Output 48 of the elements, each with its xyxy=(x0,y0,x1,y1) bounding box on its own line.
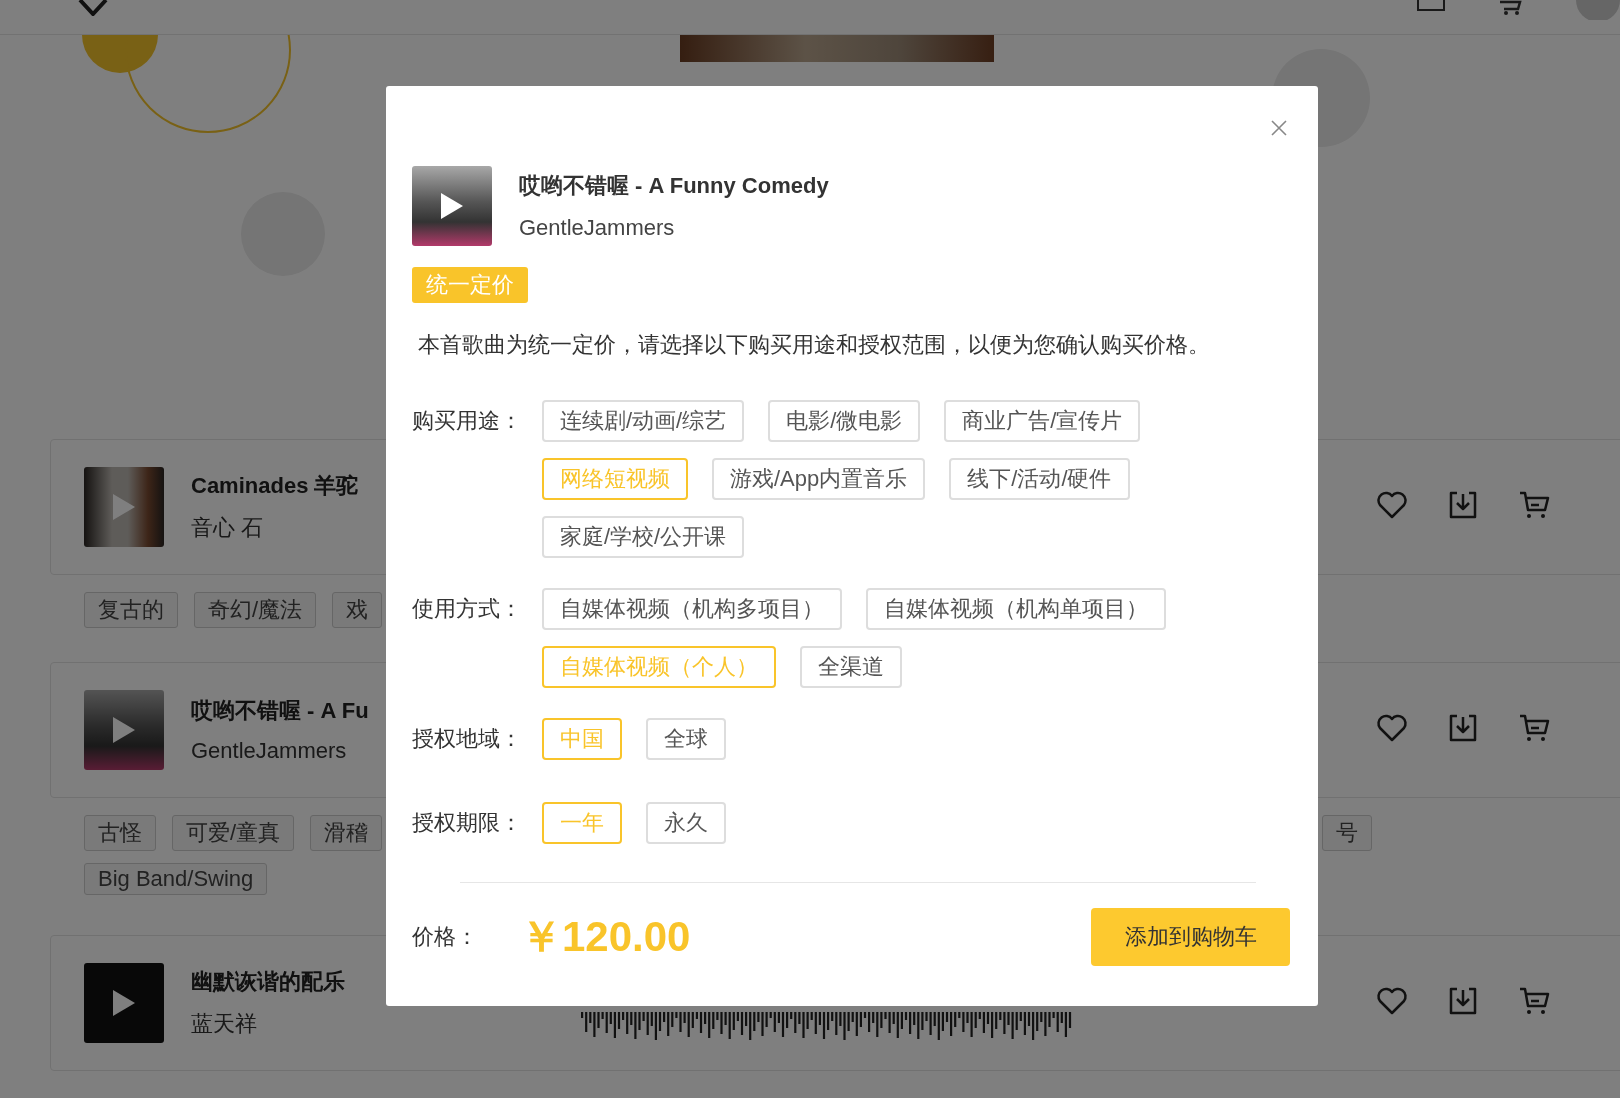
cover-image[interactable] xyxy=(84,963,164,1043)
option-chip[interactable]: 自媒体视频（机构多项目） xyxy=(542,588,842,630)
tag[interactable]: Big Band/Swing xyxy=(84,863,268,895)
option-chip[interactable]: 线下/活动/硬件 xyxy=(949,458,1130,500)
download-icon[interactable] xyxy=(1448,713,1478,743)
cart-icon[interactable] xyxy=(1518,986,1550,1016)
play-icon[interactable] xyxy=(439,191,465,221)
option-chip[interactable]: 商业广告/宣传片 xyxy=(944,400,1141,442)
heart-icon[interactable] xyxy=(1376,714,1408,742)
heart-icon[interactable] xyxy=(1376,491,1408,519)
close-icon[interactable] xyxy=(1270,119,1288,137)
artist-name: GentleJammers xyxy=(519,215,676,241)
logo-icon xyxy=(78,0,108,16)
cart-icon[interactable] xyxy=(1518,713,1550,743)
price-value: ￥120.00 xyxy=(520,912,691,962)
option-chip[interactable]: 连续剧/动画/综艺 xyxy=(542,400,745,442)
tag[interactable]: 号 xyxy=(1322,815,1372,851)
option-label: 购买用途： xyxy=(412,407,523,435)
download-icon[interactable] xyxy=(1448,986,1478,1016)
song-title: 哎哟不错喔 - A Funny Comedy xyxy=(519,172,829,200)
tag[interactable]: 复古的 xyxy=(84,592,178,628)
cover-image[interactable] xyxy=(412,166,492,246)
tag[interactable]: 古怪 xyxy=(84,815,156,851)
add-to-cart-button[interactable]: 添加到购物车 xyxy=(1091,908,1290,966)
download-icon[interactable] xyxy=(1448,490,1478,520)
option-chip[interactable]: 自媒体视频（机构单项目） xyxy=(866,588,1166,630)
tag[interactable]: 戏 xyxy=(332,592,383,628)
play-icon[interactable] xyxy=(111,988,137,1018)
tag[interactable]: 可爱/童真 xyxy=(172,815,295,851)
price-label: 价格： xyxy=(412,923,479,951)
option-chip[interactable]: 全球 xyxy=(646,718,726,760)
option-chip[interactable]: 家庭/学校/公开课 xyxy=(542,516,745,558)
cart-icon[interactable] xyxy=(1498,0,1524,16)
option-label: 授权期限： xyxy=(412,809,523,837)
description-text: 本首歌曲为统一定价，请选择以下购买用途和授权范围，以便为您确认购买价格。 xyxy=(418,331,1211,359)
cart-icon[interactable] xyxy=(1518,490,1550,520)
option-chip[interactable]: 电影/微电影 xyxy=(768,400,921,442)
pricing-badge: 统一定价 xyxy=(412,267,528,303)
option-chip[interactable]: 全渠道 xyxy=(800,646,902,688)
heart-icon[interactable] xyxy=(1376,987,1408,1015)
artist-name[interactable]: 蓝天祥 xyxy=(191,1009,571,1039)
tag[interactable]: 滑稽 xyxy=(310,815,383,851)
option-chip[interactable]: 永久 xyxy=(646,802,726,844)
box-icon[interactable] xyxy=(1416,0,1446,12)
tag[interactable]: 奇幻/魔法 xyxy=(194,592,317,628)
option-label: 使用方式： xyxy=(412,595,523,623)
option-chip[interactable]: 游戏/App内置音乐 xyxy=(712,458,926,500)
option-label: 授权地域： xyxy=(412,725,523,753)
